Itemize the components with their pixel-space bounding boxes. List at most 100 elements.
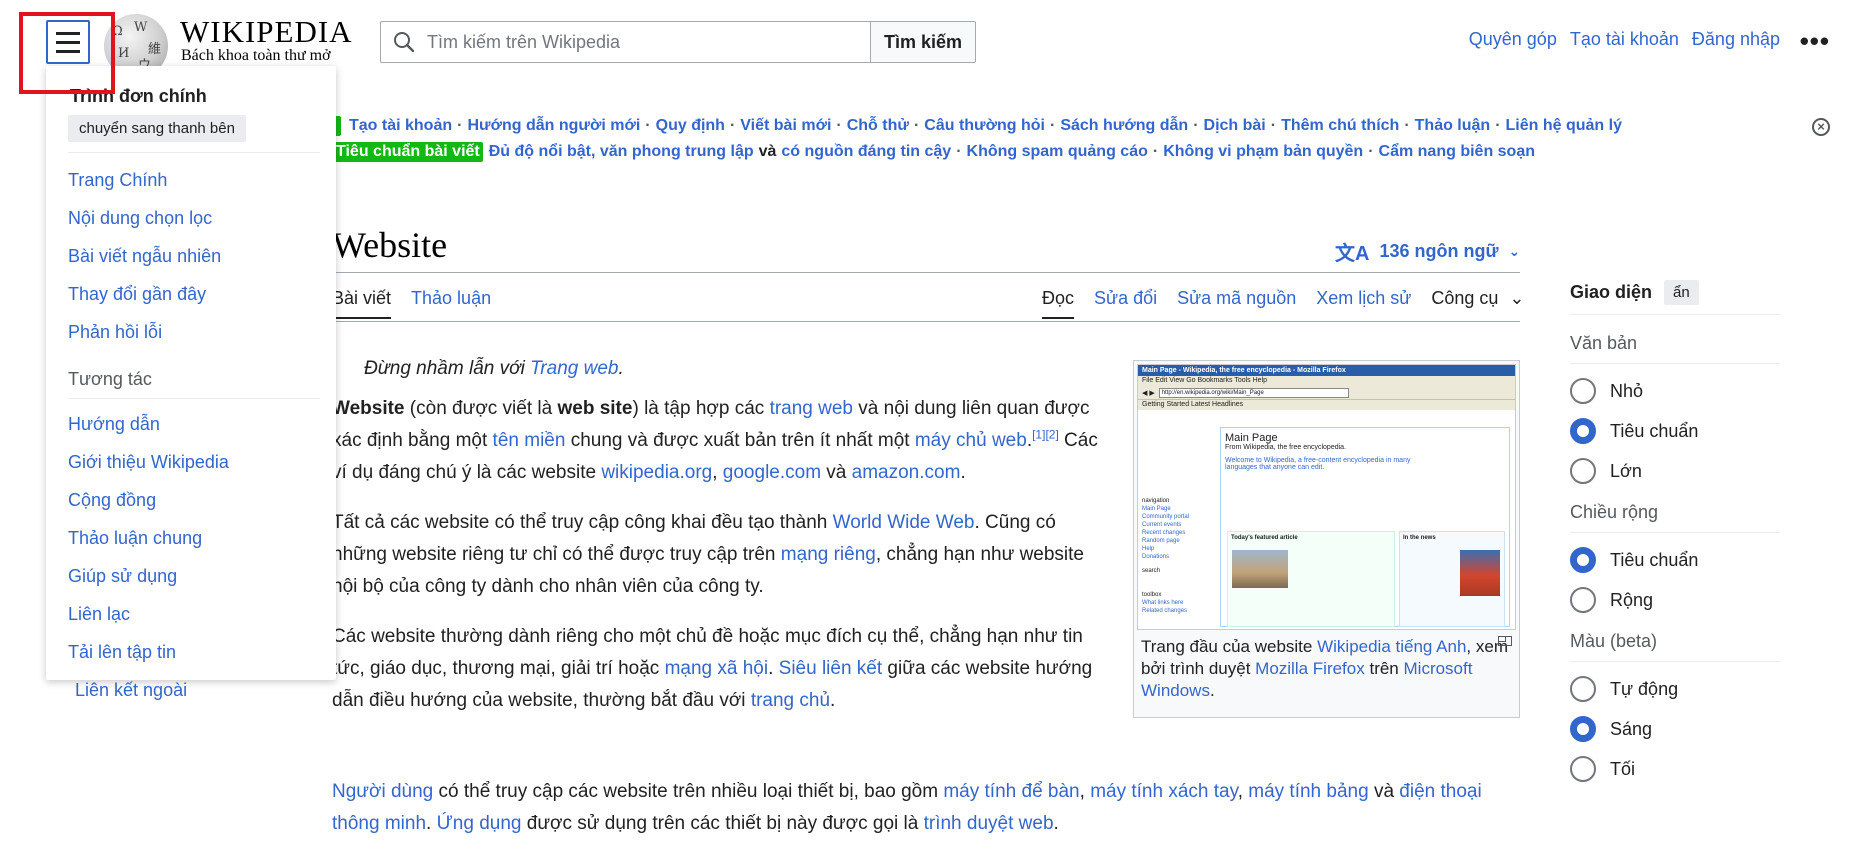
width-option-standard[interactable]: Tiêu chuẩn <box>1570 547 1780 573</box>
hide-appearance-button[interactable]: ẩn <box>1664 280 1699 305</box>
tools-menu[interactable]: Công cụ ⌄ <box>1431 288 1524 319</box>
inline-link[interactable]: google.com <box>723 462 821 483</box>
nav-item-upload-file[interactable]: Tải lên tập tin <box>68 641 336 663</box>
logo-wordmark[interactable]: WIKIPEDIA <box>180 14 353 50</box>
inline-link[interactable]: World Wide Web <box>833 512 975 533</box>
site-notice: Tạo tài khoản · Hướng dẫn người mới · Quy … <box>333 113 1733 165</box>
divider <box>1570 314 1780 315</box>
tab-article[interactable]: Bài viết <box>332 288 392 319</box>
text-size-option-large[interactable]: Lớn <box>1570 458 1780 484</box>
appearance-header: Giao diện ẩn <box>1570 280 1780 305</box>
login-link[interactable]: Đăng nhập <box>1692 29 1780 50</box>
nav-item-help[interactable]: Hướng dẫn <box>68 413 336 435</box>
search-input[interactable] <box>425 30 870 54</box>
nav-item-about[interactable]: Giới thiệu Wikipedia <box>68 451 336 473</box>
language-button[interactable]: 文A 136 ngôn ngữ ⌄ <box>1335 237 1520 266</box>
nav-item-help-desk[interactable]: Giúp sử dụng <box>68 565 336 587</box>
notice-link[interactable]: Hướng dẫn người mới <box>467 117 640 135</box>
notice-link[interactable]: Thảo luận <box>1415 117 1491 135</box>
inline-link[interactable]: Wikipedia tiếng Anh <box>1317 637 1466 656</box>
view-tabs: Đọc Sửa đổi Sửa mã nguồn Xem lịch sử Côn… <box>1042 288 1524 319</box>
inline-link[interactable]: máy tính xách tay <box>1090 781 1238 802</box>
inline-link[interactable]: tên miền <box>493 430 566 451</box>
enlarge-icon[interactable] <box>1498 636 1512 646</box>
radio-button-selected[interactable] <box>1570 547 1596 573</box>
search-field[interactable] <box>380 21 870 63</box>
inline-link[interactable]: mạng xã hội <box>665 658 769 679</box>
radio-button[interactable] <box>1570 587 1596 613</box>
notice-link[interactable]: Sách hướng dẫn <box>1060 117 1188 135</box>
citation-link[interactable]: [1] <box>1032 428 1045 442</box>
text: chung và được xuất bản trên ít nhất một <box>565 430 915 451</box>
close-notice-icon[interactable]: × <box>1812 118 1830 136</box>
notice-link[interactable]: Quy định <box>656 117 725 135</box>
notice-link[interactable]: Tạo tài khoản <box>349 117 452 135</box>
notice-link[interactable]: Chỗ thử <box>847 117 909 135</box>
main-menu-button[interactable] <box>46 20 90 64</box>
notice-link[interactable]: có nguồn đáng tin cậy <box>781 143 951 161</box>
radio-button[interactable] <box>1570 378 1596 404</box>
toc-item-external-links[interactable]: Liên kết ngoài <box>75 680 187 701</box>
radio-button-selected[interactable] <box>1570 418 1596 444</box>
text: được sử dụng trên các thiết bị này được … <box>521 813 924 834</box>
color-option-light[interactable]: Sáng <box>1570 716 1780 742</box>
text: . <box>960 462 966 483</box>
text-size-option-standard[interactable]: Tiêu chuẩn <box>1570 418 1780 444</box>
notice-link[interactable]: Đủ độ nổi bật, văn phong trung lập <box>489 143 754 161</box>
inline-link[interactable]: trang web <box>770 398 853 419</box>
color-option-dark[interactable]: Tối <box>1570 756 1780 782</box>
nav-item-recent-changes[interactable]: Thay đổi gần đây <box>68 283 336 305</box>
inline-link[interactable]: máy chủ web <box>915 430 1027 451</box>
radio-button[interactable] <box>1570 458 1596 484</box>
radio-button[interactable] <box>1570 676 1596 702</box>
tab-talk[interactable]: Thảo luận <box>411 288 491 319</box>
tab-read[interactable]: Đọc <box>1042 288 1075 319</box>
notice-link[interactable]: Câu thường hỏi <box>924 117 1045 135</box>
inline-link[interactable]: Người dùng <box>332 781 433 802</box>
nav-item-community[interactable]: Cộng đồng <box>68 489 336 511</box>
inline-link[interactable]: trình duyệt web <box>924 813 1054 834</box>
citation-link[interactable]: [2] <box>1045 428 1058 442</box>
tab-edit-source[interactable]: Sửa mã nguồn <box>1177 288 1296 319</box>
notice-link[interactable]: Không vi phạm bản quyền <box>1163 143 1363 161</box>
inline-link[interactable]: wikipedia.org <box>601 462 712 483</box>
move-to-sidebar-button[interactable]: chuyển sang thanh bên <box>68 115 246 142</box>
notice-link[interactable]: Viết bài mới <box>740 117 831 135</box>
inline-link[interactable]: amazon.com <box>852 462 961 483</box>
notice-link[interactable]: Dịch bài <box>1204 117 1266 135</box>
shot-content: Main Page From Wikipedia, the free encyc… <box>1220 427 1510 627</box>
shot-side-item: Related changes <box>1142 608 1188 614</box>
create-account-link[interactable]: Tạo tài khoản <box>1570 29 1679 50</box>
donate-link[interactable]: Quyên góp <box>1469 29 1557 50</box>
inline-link[interactable]: Siêu liên kết <box>779 658 883 679</box>
tab-history[interactable]: Xem lịch sử <box>1316 288 1411 319</box>
radio-button-selected[interactable] <box>1570 716 1596 742</box>
inline-link[interactable]: Ứng dụng <box>437 813 522 834</box>
nav-item-village-pump[interactable]: Thảo luận chung <box>68 527 336 549</box>
nav-item-contact[interactable]: Liên lạc <box>68 603 336 625</box>
notice-link[interactable]: Thêm chú thích <box>1281 117 1399 135</box>
inline-link[interactable]: Mozilla Firefox <box>1255 659 1365 678</box>
inline-link[interactable]: máy tính bảng <box>1248 781 1368 802</box>
tab-edit[interactable]: Sửa đổi <box>1094 288 1157 319</box>
nav-item-report-error[interactable]: Phản hồi lỗi <box>68 321 336 343</box>
radio-button[interactable] <box>1570 756 1596 782</box>
screenshot-image[interactable]: Main Page - Wikipedia, the free encyclop… <box>1137 364 1516 630</box>
inline-link[interactable]: mạng riêng <box>781 544 876 565</box>
nav-item-featured-content[interactable]: Nội dung chọn lọc <box>68 207 336 229</box>
width-option-wide[interactable]: Rộng <box>1570 587 1780 613</box>
inline-link[interactable]: máy tính để bàn <box>943 781 1079 802</box>
option-label: Tự động <box>1610 678 1679 699</box>
text-size-option-small[interactable]: Nhỏ <box>1570 378 1780 404</box>
inline-link[interactable]: trang chủ <box>751 690 830 711</box>
hatnote: Đừng nhầm lẫn với Trang web. <box>364 358 624 379</box>
color-option-auto[interactable]: Tự động <box>1570 676 1780 702</box>
notice-link[interactable]: Liên hệ quản lý <box>1506 117 1622 135</box>
notice-link[interactable]: Cẩm nang biên soạn <box>1379 143 1535 161</box>
notice-link[interactable]: Không spam quảng cáo <box>967 143 1148 161</box>
nav-item-random-article[interactable]: Bài viết ngẫu nhiên <box>68 245 336 267</box>
search-button[interactable]: Tìm kiếm <box>870 21 976 63</box>
more-options-icon[interactable]: ••• <box>1800 26 1830 57</box>
hatnote-link[interactable]: Trang web <box>530 358 618 379</box>
nav-item-main-page[interactable]: Trang Chính <box>68 169 336 191</box>
